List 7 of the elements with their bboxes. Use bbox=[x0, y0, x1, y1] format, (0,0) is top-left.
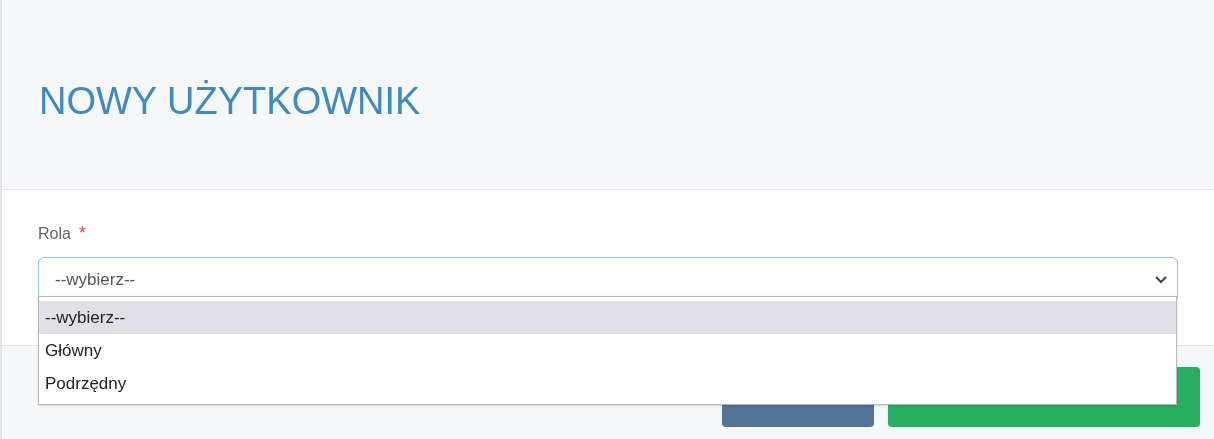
dropdown-option[interactable]: --wybierz-- bbox=[39, 301, 1176, 334]
dropdown-option[interactable]: Podrzędny bbox=[39, 367, 1176, 400]
dropdown-option[interactable]: Główny bbox=[39, 334, 1176, 367]
page-title: NOWY UŻYTKOWNIK bbox=[39, 79, 421, 124]
required-mark: * bbox=[78, 222, 86, 245]
field-label: Rola bbox=[38, 223, 71, 244]
chevron-down-icon bbox=[1155, 276, 1167, 284]
